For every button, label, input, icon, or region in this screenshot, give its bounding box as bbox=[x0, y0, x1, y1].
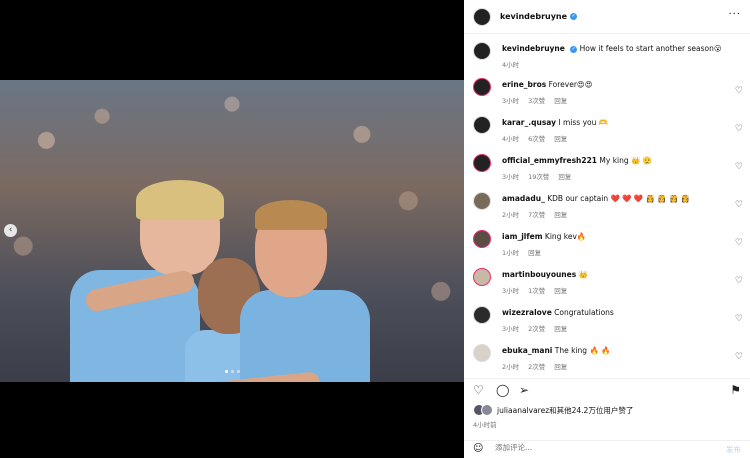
player-debruyne-hair bbox=[255, 200, 327, 230]
comment-input[interactable] bbox=[495, 443, 685, 452]
comment-likes[interactable]: 19次赞 bbox=[528, 173, 549, 181]
comment-time: 3小时 bbox=[502, 325, 520, 333]
reply-button[interactable]: 回复 bbox=[554, 287, 567, 295]
comment-text: My king 👑 🫡 bbox=[599, 156, 653, 165]
carousel-dot bbox=[225, 370, 228, 373]
comment-likes[interactable]: 2次赞 bbox=[528, 325, 545, 333]
heart-icon[interactable]: ♡ bbox=[735, 352, 743, 362]
post-actions-bar: ♡ ◯ ➢ ⚑ bbox=[464, 378, 750, 400]
reply-button[interactable]: 回复 bbox=[554, 97, 567, 105]
post-sidebar: kevindebruyne ✓ ··· kevindebruyne ✓ How … bbox=[464, 0, 750, 458]
avatar[interactable] bbox=[473, 192, 491, 210]
avatar[interactable] bbox=[473, 116, 491, 134]
comment-time: 1小时 bbox=[502, 249, 520, 257]
comment-list[interactable]: kevindebruyne ✓ How it feels to start an… bbox=[464, 38, 750, 372]
likes-text[interactable]: juliaanalvarez和其他24.2万位用户赞了 bbox=[497, 405, 633, 416]
comment-time: 3小时 bbox=[502, 173, 520, 181]
heart-icon[interactable]: ♡ bbox=[735, 86, 743, 96]
comment-likes[interactable]: 2次赞 bbox=[528, 363, 545, 371]
comment-likes[interactable]: 7次赞 bbox=[528, 211, 545, 219]
avatar[interactable] bbox=[473, 230, 491, 248]
heart-icon[interactable]: ♡ bbox=[735, 124, 743, 134]
reply-button[interactable]: 回复 bbox=[554, 363, 567, 371]
heart-icon[interactable]: ♡ bbox=[735, 276, 743, 286]
avatar[interactable] bbox=[473, 78, 491, 96]
instagram-post-viewer: ‹ kevindebruyne ✓ ··· kevindebruyne ✓ Ho… bbox=[0, 0, 750, 458]
caption-username[interactable]: kevindebruyne bbox=[502, 44, 565, 53]
heart-icon[interactable]: ♡ bbox=[473, 383, 484, 397]
comment-text: The king 🔥 🔥 bbox=[554, 346, 611, 355]
comment-time: 3小时 bbox=[502, 97, 520, 105]
comment-time: 2小时 bbox=[502, 211, 520, 219]
heart-icon[interactable]: ♡ bbox=[735, 162, 743, 172]
post-header: kevindebruyne ✓ ··· bbox=[464, 0, 750, 34]
more-horizontal-icon[interactable]: ··· bbox=[728, 9, 741, 20]
bookmark-icon[interactable]: ⚑ bbox=[730, 383, 741, 397]
comment-text: King kev🔥 bbox=[544, 232, 587, 241]
comment-username[interactable]: wizezralove bbox=[502, 308, 552, 317]
heart-icon[interactable]: ♡ bbox=[735, 200, 743, 210]
emoji-icon[interactable]: ☺ bbox=[473, 443, 483, 454]
heart-icon[interactable]: ♡ bbox=[735, 314, 743, 324]
post-comment-button[interactable]: 发布 bbox=[726, 444, 741, 455]
avatar[interactable] bbox=[473, 344, 491, 362]
avatar[interactable] bbox=[473, 306, 491, 324]
comment-username[interactable]: iam_jlfem bbox=[502, 232, 543, 241]
comment-text: KDB our captain ❤️ ❤️ ❤️ 👸 👸 👸 👸 bbox=[547, 194, 691, 203]
comment-time: 3小时 bbox=[502, 287, 520, 295]
comment-time: 4小时 bbox=[502, 135, 520, 143]
comment-username[interactable]: martinbouyounes bbox=[502, 270, 576, 279]
comment-likes[interactable]: 1次赞 bbox=[528, 287, 545, 295]
reply-button[interactable]: 回复 bbox=[528, 249, 541, 257]
comment-likes[interactable]: 3次赞 bbox=[528, 97, 545, 105]
verified-badge-icon: ✓ bbox=[570, 13, 578, 20]
comment-username[interactable]: karar_.qusay bbox=[502, 118, 556, 127]
carousel-dots bbox=[225, 370, 240, 373]
avatar bbox=[481, 404, 493, 416]
reply-button[interactable]: 回复 bbox=[554, 135, 567, 143]
comment-username[interactable]: amadadu_ bbox=[502, 194, 545, 203]
comment-text: Forever😍😍 bbox=[548, 80, 593, 89]
reply-button[interactable]: 回复 bbox=[554, 325, 567, 333]
reply-button[interactable]: 回复 bbox=[558, 173, 571, 181]
player-debruyne-body bbox=[240, 290, 370, 382]
comment-text: Congratulations bbox=[554, 308, 614, 317]
heart-icon[interactable]: ♡ bbox=[735, 238, 743, 248]
comment-likes[interactable]: 6次赞 bbox=[528, 135, 545, 143]
avatar[interactable] bbox=[473, 268, 491, 286]
comment-time: 2小时 bbox=[502, 363, 520, 371]
comment-composer: ☺ 发布 bbox=[464, 440, 750, 458]
avatar[interactable] bbox=[473, 42, 491, 60]
avatar[interactable] bbox=[473, 7, 491, 26]
post-photo[interactable] bbox=[0, 80, 464, 382]
comment-icon[interactable]: ◯ bbox=[496, 383, 509, 397]
chevron-left-icon[interactable]: ‹ bbox=[4, 224, 17, 237]
comment-text: I miss you 🫶 bbox=[558, 118, 609, 127]
comment-username[interactable]: official_emmyfresh221 bbox=[502, 156, 597, 165]
verified-badge-icon: ✓ bbox=[570, 45, 578, 53]
post-time: 4小时前 bbox=[473, 421, 497, 429]
avatar[interactable] bbox=[473, 154, 491, 172]
caption-text: How it feels to start another season😮 bbox=[579, 44, 722, 53]
likes-summary[interactable]: juliaanalvarez和其他24.2万位用户赞了 bbox=[473, 404, 633, 416]
reply-button[interactable]: 回复 bbox=[554, 211, 567, 219]
share-icon[interactable]: ➢ bbox=[519, 383, 529, 397]
comment-username[interactable]: ebuka_mani bbox=[502, 346, 552, 355]
media-viewer: ‹ bbox=[0, 0, 464, 458]
caption-time: 4小时 bbox=[502, 61, 520, 69]
comment-text: 👑 bbox=[578, 270, 588, 279]
carousel-dot bbox=[231, 370, 234, 373]
comment-username[interactable]: erine_bros bbox=[502, 80, 546, 89]
header-username[interactable]: kevindebruyne bbox=[500, 12, 567, 21]
carousel-dot bbox=[237, 370, 240, 373]
player-haaland-hair bbox=[136, 180, 224, 220]
